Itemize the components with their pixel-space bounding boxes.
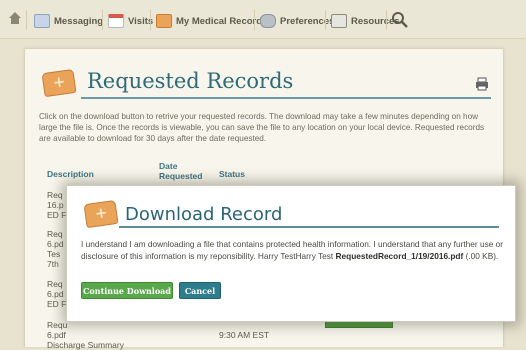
printer-icon[interactable] bbox=[475, 77, 489, 91]
title-divider bbox=[81, 97, 491, 99]
nav-divider bbox=[254, 10, 255, 30]
gears-icon bbox=[260, 14, 276, 28]
nav-item-label: Messaging bbox=[54, 15, 104, 27]
dialog-title: Download Record bbox=[125, 204, 283, 225]
column-header-description: Description bbox=[47, 169, 94, 179]
dialog-title-divider bbox=[119, 226, 499, 228]
nav-divider bbox=[150, 10, 151, 30]
table-cell: ED F bbox=[47, 210, 67, 220]
nav-item-messaging[interactable]: Messaging bbox=[34, 12, 103, 30]
nav-item-label: My Medical Record bbox=[176, 15, 263, 27]
table-cell: Req bbox=[47, 190, 63, 200]
intro-text: Click on the download button to retrive … bbox=[39, 112, 485, 143]
nav-divider bbox=[325, 10, 326, 30]
table-cell: 7th bbox=[47, 259, 59, 269]
nav-item-my-medical-record[interactable]: My Medical Record bbox=[156, 12, 262, 30]
file-size: (.00 KB). bbox=[465, 251, 499, 261]
envelope-icon bbox=[34, 14, 50, 28]
table-cell: 6.pd bbox=[47, 289, 64, 299]
table-cell: Req bbox=[47, 229, 63, 239]
table-cell: Req bbox=[47, 279, 63, 289]
download-record-dialog: Download Record I understand I am downlo… bbox=[66, 185, 516, 322]
calendar-icon bbox=[108, 14, 124, 28]
table-cell: 16.p bbox=[47, 200, 64, 210]
table-cell: 6.pdf bbox=[47, 330, 66, 340]
nav-item-preferences[interactable]: Preferences bbox=[260, 12, 334, 30]
nav-divider bbox=[386, 10, 387, 30]
table-cell: Requ bbox=[47, 320, 68, 330]
table-cell: ED F bbox=[47, 299, 67, 309]
nav-divider bbox=[102, 10, 103, 30]
home-icon[interactable] bbox=[8, 11, 22, 25]
book-icon bbox=[331, 14, 347, 28]
page-title: Requested Records bbox=[87, 69, 294, 93]
record-folder-icon bbox=[83, 199, 119, 229]
search-icon[interactable] bbox=[390, 10, 410, 30]
table-cell: 6.pd bbox=[47, 239, 64, 249]
cancel-button[interactable]: Cancel bbox=[179, 282, 221, 299]
top-nav: Messaging Visits My Medical Record Prefe… bbox=[0, 0, 526, 39]
column-header-status: Status bbox=[219, 169, 245, 179]
file-name: RequestedRecord_1/19/2016.pdf bbox=[335, 251, 464, 261]
table-cell: Discharge Summary bbox=[47, 340, 124, 350]
medical-record-icon bbox=[156, 14, 172, 28]
table-cell: Tes bbox=[47, 249, 61, 259]
nav-item-label: Preferences bbox=[280, 15, 335, 27]
table-cell: 9:30 AM EST bbox=[219, 330, 270, 340]
column-header-date-requested: Date Requested bbox=[159, 161, 203, 181]
nav-item-visits[interactable]: Visits bbox=[108, 12, 153, 30]
dialog-body: I understand I am downloading a file tha… bbox=[81, 238, 506, 262]
continue-download-button[interactable]: Continue Download bbox=[81, 282, 173, 299]
record-folder-icon bbox=[41, 68, 77, 98]
nav-divider bbox=[26, 10, 27, 30]
